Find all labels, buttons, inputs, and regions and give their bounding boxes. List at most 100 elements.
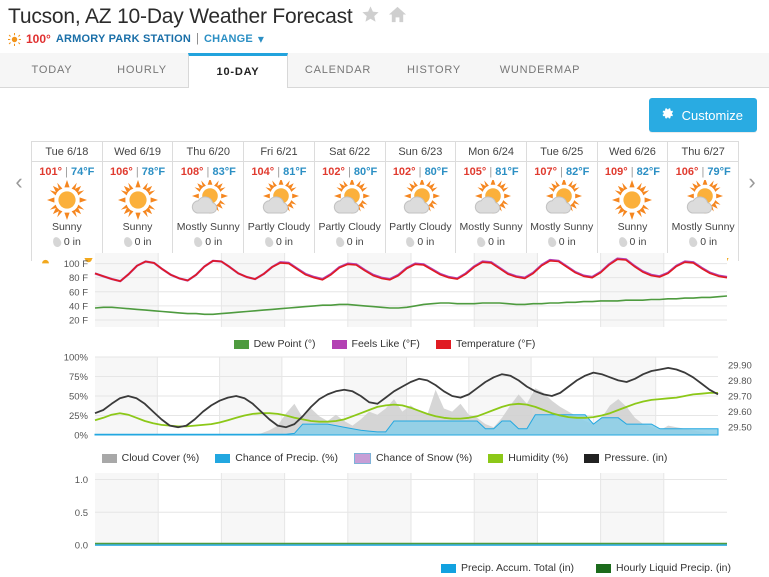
- forecast-precip: 0 in: [598, 233, 668, 250]
- forecast-day-card[interactable]: Thu 6/20 108° | 83°F Mostly Sunny 0 in: [173, 142, 245, 264]
- forecast-day-card[interactable]: Tue 6/25 107° | 82°F Mostly Sunny 0 in: [526, 142, 598, 264]
- forecast-temps: 106° | 79°F: [668, 162, 738, 179]
- sun-icon: [103, 179, 173, 221]
- legend-hourly-liquid[interactable]: Hourly Liquid Precip. (in): [596, 562, 731, 574]
- raindrop-icon: [263, 235, 275, 249]
- svg-text:20 F: 20 F: [69, 315, 88, 326]
- legend-label: Chance of Precip. (%): [235, 452, 338, 464]
- forecast-condition: Mostly Sunny: [459, 221, 523, 233]
- legend-label: Hourly Liquid Precip. (in): [616, 562, 731, 574]
- svg-text:60 F: 60 F: [69, 287, 88, 298]
- home-icon[interactable]: [388, 5, 407, 29]
- legend-dew-point[interactable]: Dew Point (°): [233, 338, 316, 350]
- svg-text:100%: 100%: [64, 353, 89, 364]
- svg-text:29.50: 29.50: [728, 423, 752, 434]
- legend-swatch: [215, 453, 231, 463]
- legend-swatch: [101, 453, 117, 463]
- forecast-precip-value: 0 in: [63, 236, 81, 248]
- svg-text:80 F: 80 F: [69, 273, 88, 284]
- forecast-day-card[interactable]: Thu 6/27 106° | 79°F Mostly Sunny 0 in: [668, 142, 740, 264]
- separator: |: [196, 33, 200, 45]
- forecast-high: 102°: [322, 166, 345, 178]
- forecast-condition: Sunny: [51, 221, 82, 233]
- tab-today[interactable]: TODAY: [8, 53, 96, 87]
- forecast-precip-value: 0 in: [558, 236, 576, 248]
- forecast-precip-value: 0 in: [346, 236, 364, 248]
- legend-label: Cloud Cover (%): [121, 452, 200, 464]
- forecast-high: 109°: [604, 166, 628, 178]
- page-title: Tucson, AZ 10-Day Weather Forecast: [8, 5, 353, 28]
- forecast-day-card[interactable]: Sun 6/23 102° | 80°F Partly Cloudy 0 in: [385, 142, 457, 264]
- legend-cloud-cover[interactable]: Cloud Cover (%): [101, 452, 200, 464]
- sun-cloud-icon: [668, 179, 738, 221]
- forecast-temps: 105° | 81°F: [456, 162, 526, 179]
- legend-label: Pressure. (in): [604, 452, 668, 464]
- tab-calendar[interactable]: CALENDAR: [288, 53, 388, 87]
- forecast-day-card[interactable]: Wed 6/19 106° | 78°F Sunny 0 in: [102, 142, 174, 264]
- svg-text:0.0: 0.0: [75, 541, 88, 552]
- raindrop-icon: [122, 235, 134, 249]
- forecast-low: 82°F: [636, 166, 661, 178]
- prev-days-arrow[interactable]: ‹: [8, 169, 30, 195]
- forecast-temps: 109° | 82°F: [598, 162, 668, 179]
- forecast-temps: 108° | 83°F: [173, 162, 243, 179]
- svg-text:0%: 0%: [74, 431, 88, 442]
- legend-label: Temperature (°F): [455, 338, 536, 350]
- precipitation-chart-block: 0.0 0.5 1.0 Precip. Accum. Total (in) Hour…: [0, 467, 769, 577]
- legend-precip-accum[interactable]: Precip. Accum. Total (in): [441, 562, 574, 574]
- legend-feels-like[interactable]: Feels Like (°F): [331, 338, 420, 350]
- legend-swatch: [488, 453, 504, 463]
- legend-humidity[interactable]: Humidity (%): [488, 452, 568, 464]
- forecast-precip: 0 in: [103, 233, 173, 250]
- tab-10-day[interactable]: 10-DAY: [188, 53, 288, 88]
- forecast-low: 78°F: [141, 166, 166, 178]
- next-days-arrow[interactable]: ›: [741, 169, 763, 195]
- temperature-chart: 20 F 40 F 60 F 80 F 100 F: [64, 253, 728, 327]
- forecast-low: 82°F: [565, 166, 590, 178]
- chevron-down-icon[interactable]: ▾: [258, 32, 264, 46]
- raindrop-icon: [192, 235, 204, 249]
- sun-icon: [32, 179, 102, 221]
- tab-history[interactable]: HISTORY: [388, 53, 480, 87]
- svg-text:29.60: 29.60: [728, 407, 752, 418]
- customize-button[interactable]: Customize: [648, 98, 757, 132]
- station-name[interactable]: ARMORY PARK STATION: [56, 33, 191, 45]
- legend-swatch: [596, 563, 612, 573]
- temperature-chart-legend: Dew Point (°) Feels Like (°F) Temperatur…: [0, 336, 769, 353]
- forecast-day-card[interactable]: Mon 6/24 105° | 81°F Mostly Sunny 0 in: [456, 142, 527, 264]
- station-row: 100° ARMORY PARK STATION | CHANGE ▾: [8, 32, 769, 46]
- forecast-precip-value: 0 in: [629, 236, 647, 248]
- legend-chance-precip[interactable]: Chance of Precip. (%): [215, 452, 338, 464]
- sun-cloud-icon: [315, 179, 385, 221]
- forecast-precip: 0 in: [527, 233, 597, 250]
- forecast-high: 107°: [534, 166, 557, 178]
- tab-hourly[interactable]: HOURLY: [96, 53, 188, 87]
- nav-tabs: TODAY HOURLY 10-DAY CALENDAR HISTORY WUN…: [0, 53, 769, 88]
- forecast-day-card[interactable]: Sat 6/22 102° | 80°F Partly Cloudy 0 in: [314, 142, 386, 264]
- precipitation-chart: 0.0 0.5 1.0: [75, 473, 727, 552]
- change-station-link[interactable]: CHANGE: [204, 33, 253, 45]
- forecast-day-card[interactable]: Fri 6/21 104° | 81°F Partly Cloudy 0 in: [244, 142, 315, 264]
- raindrop-icon: [687, 235, 699, 249]
- forecast-temps: 107° | 82°F: [527, 162, 597, 179]
- legend-pressure[interactable]: Pressure. (in): [584, 452, 667, 464]
- forecast-low: 79°F: [707, 166, 731, 178]
- svg-text:1.0: 1.0: [75, 475, 88, 486]
- raindrop-icon: [404, 235, 416, 249]
- forecast-high: 101°: [39, 166, 63, 178]
- svg-text:29.90: 29.90: [728, 360, 752, 371]
- tab-wundermap[interactable]: WUNDERMAP: [480, 53, 600, 87]
- star-icon[interactable]: [361, 5, 380, 29]
- forecast-condition: Partly Cloudy: [389, 221, 452, 233]
- forecast-precip: 0 in: [315, 233, 385, 250]
- forecast-date: Thu 6/27: [668, 142, 739, 162]
- forecast-date: Fri 6/21: [244, 142, 314, 162]
- svg-text:50%: 50%: [69, 392, 89, 403]
- forecast-condition: Mostly Sunny: [671, 221, 735, 233]
- forecast-day-card[interactable]: Wed 6/26 109° | 82°F Sunny 0 in: [597, 142, 669, 264]
- legend-chance-snow[interactable]: Chance of Snow (%): [353, 452, 472, 464]
- forecast-day-card[interactable]: Tue 6/18 101° | 74°F Sunny 0 in: [31, 142, 103, 264]
- legend-temperature[interactable]: Temperature (°F): [435, 338, 536, 350]
- svg-text:29.80: 29.80: [728, 376, 752, 387]
- forecast-temps: 102° | 80°F: [315, 162, 385, 179]
